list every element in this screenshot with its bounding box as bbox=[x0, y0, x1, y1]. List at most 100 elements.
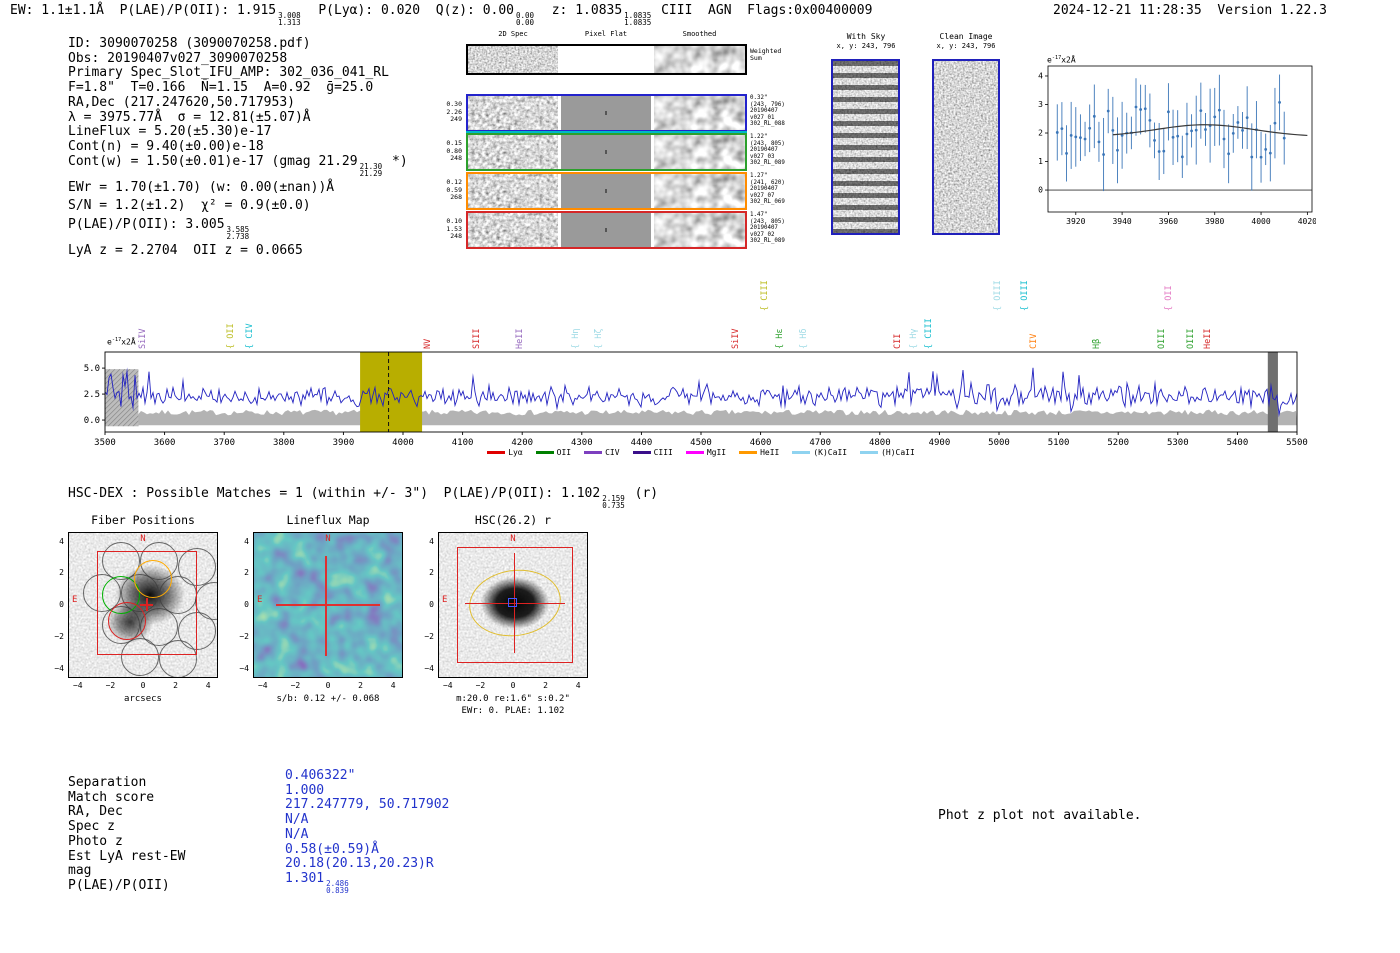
stacked-uncertainty: 2.486 0.839 bbox=[326, 880, 349, 895]
noise-texture bbox=[654, 213, 745, 247]
sky-stripes-overlay bbox=[833, 61, 898, 233]
cutout-xtick-label: 2 bbox=[173, 681, 178, 690]
text-run: 20.18(20.13,20.23)R bbox=[285, 856, 434, 872]
info-line: ID: 3090070258 (3090070258.pdf) bbox=[68, 36, 408, 52]
text-run: 0.406322" bbox=[285, 768, 356, 783]
annot-exponent: -17 bbox=[1051, 55, 1062, 61]
with-sky-title: With Sky bbox=[846, 32, 886, 41]
spec2d-row-meta: 1.47" (243, 805) 20190407 v027_02 302_RL_089 bbox=[750, 212, 785, 245]
spectrum-legend: Lyα OII CIV CIII MgII HeII (K)CaII (H)CaII bbox=[105, 448, 1297, 457]
text-run: ID: 3090070258 (3090070258.pdf) bbox=[68, 36, 311, 51]
flat-center-mark bbox=[605, 111, 607, 115]
stacked-uncertainty: 3.008 1.313 bbox=[278, 12, 301, 27]
stacked-uncertainty: 3.585 2.738 bbox=[226, 225, 250, 242]
meta-line: 20190407 bbox=[750, 225, 778, 232]
weighted-sum-line: Sum bbox=[750, 54, 762, 63]
text-run: P(Lyα): 0.020 Q(z): 0.00 bbox=[302, 3, 515, 18]
meta-line: 302_RL_089 bbox=[750, 160, 785, 167]
crosshair-v bbox=[325, 556, 327, 656]
match-label: RA, Dec bbox=[68, 804, 123, 820]
meta-line: 1.47" bbox=[750, 212, 768, 218]
spec2d-row-stats: 0.15 0.80 248 bbox=[434, 139, 462, 163]
info-line: LyA z = 2.2704 OII z = 0.0665 bbox=[68, 243, 408, 259]
cutout-ytick-label: 2 bbox=[429, 568, 434, 578]
match-label: P(LAE)/P(OII) bbox=[68, 877, 170, 893]
spectrum-line-label: { OIII bbox=[1019, 280, 1030, 311]
info-line: Obs: 20190407v027_3090070258 bbox=[68, 51, 408, 67]
spec2d-row-stats: 0.10 1.53 248 bbox=[434, 217, 462, 241]
spec2d-flat-segment bbox=[561, 135, 651, 169]
stacked-uncertainty: 0.00 0.00 bbox=[516, 12, 534, 27]
flat-center-mark bbox=[605, 228, 607, 232]
spec2d-smoothed-segment bbox=[654, 174, 745, 208]
text-run: RA,Dec (217.247620,50.717953) bbox=[68, 94, 295, 110]
cutout-ytick-label: 4 bbox=[244, 536, 249, 546]
lineflux-map-image: NE bbox=[253, 532, 403, 678]
text-run: Cont(n) = 9.40(±0.00)e-18 bbox=[68, 138, 264, 154]
legend-label: (H)CaII bbox=[881, 448, 915, 457]
cutout-xtick-label: −2 bbox=[290, 681, 301, 690]
match-label: Est LyA rest-EW bbox=[68, 848, 186, 864]
meta-line: v027_03 bbox=[750, 153, 775, 160]
match-value: 1.301 2.486 0.839 bbox=[285, 870, 351, 895]
clean-image-title: Clean Image bbox=[939, 32, 993, 41]
cutout-xtick-label: 0 bbox=[325, 681, 331, 690]
cutout-xtick-label: −2 bbox=[475, 681, 486, 690]
with-sky-coords: x, y: 243, 796 bbox=[836, 41, 896, 50]
legend-item: OII bbox=[535, 448, 572, 457]
match-value: 217.247779, 50.717902 bbox=[285, 797, 449, 812]
noise-texture bbox=[468, 174, 558, 208]
text-run: 0.58(±0.59)Å bbox=[285, 841, 379, 857]
spec2d-row bbox=[466, 211, 747, 249]
legend-label: Lyα bbox=[508, 448, 523, 457]
text-run: 217.247779, 50.717902 bbox=[285, 797, 450, 813]
cutout-ytick-label: −4 bbox=[424, 663, 434, 673]
meta-line: (243, 805) bbox=[750, 140, 785, 147]
legend-swatch bbox=[685, 451, 704, 454]
cutout-xtick-label: 4 bbox=[390, 681, 396, 690]
noise-rect bbox=[468, 96, 558, 130]
cutout-xtick-label: −4 bbox=[442, 681, 453, 690]
text-run: CIII AGN Flags:0x00400009 bbox=[653, 3, 873, 18]
crosshair-h bbox=[276, 604, 380, 606]
noise-texture bbox=[654, 135, 745, 169]
text-run: Primary Spec_Slot_IFU_AMP: 302_036_041_R… bbox=[68, 65, 389, 81]
spectrum-line-label: { OIII bbox=[993, 280, 1004, 311]
info-line: Cont(w) = 1.50(±0.01)e-17 (gmag 21.29 21.… bbox=[68, 153, 408, 177]
cutout-ytick-label: 2 bbox=[244, 568, 249, 578]
noise-texture bbox=[934, 61, 998, 233]
text-run: F=1.8" T=0.166 N̄=1.15 A=0.92 ḡ=25.0 bbox=[68, 80, 374, 96]
text-run: 1.301 bbox=[285, 870, 325, 886]
noise-rect bbox=[468, 213, 558, 247]
lower-value: 2.738 bbox=[226, 232, 250, 242]
noise-texture bbox=[654, 46, 745, 73]
row-separator-cyan bbox=[466, 130, 747, 133]
match-value: N/A bbox=[285, 812, 308, 827]
with-sky-panel: With Sky x, y: 243, 796 bbox=[816, 32, 916, 242]
spec2d-column-title: Smoothed bbox=[682, 30, 717, 38]
legend-item: MgII bbox=[685, 448, 726, 457]
clean-image bbox=[932, 59, 1000, 235]
cutout-title: Lineflux Map bbox=[286, 513, 370, 527]
cutout-xtick-label: 2 bbox=[543, 681, 548, 690]
legend-label: OII bbox=[556, 448, 572, 457]
match-value: 0.406322" bbox=[285, 768, 355, 783]
cutout-xtick-label: −2 bbox=[105, 681, 116, 690]
meta-line: 302_RL_069 bbox=[750, 199, 785, 206]
legend-swatch bbox=[535, 451, 554, 454]
header-timestamp: 2024-12-21 11:28:35 Version 1.22.3 bbox=[1053, 3, 1327, 18]
legend-item: (K)CaII bbox=[792, 448, 847, 457]
meta-line: (243, 796) bbox=[750, 101, 785, 108]
spec2d-row-meta: 1.27" (241, 620) 20190407 v027_07 302_RL_069 bbox=[750, 173, 785, 206]
cutout-title: HSC(26.2) r bbox=[474, 513, 552, 527]
flat-center-mark bbox=[605, 150, 607, 154]
hsc-r-image: NE bbox=[438, 532, 588, 678]
match-table-row: RA, Dec 217.247779, 50.717902 bbox=[68, 797, 498, 820]
legend-item: Lyα bbox=[487, 448, 523, 457]
spec2d-2d-segment bbox=[468, 96, 558, 130]
text-run: Cont(w) = 1.50(±0.01)e-17 (gmag 21.29 bbox=[68, 153, 358, 169]
spec2d-row-meta: 1.22" (243, 805) 20190407 v027_03 302_RL_089 bbox=[750, 134, 785, 167]
match-value: 0.58(±0.59)Å bbox=[285, 842, 379, 857]
annot-rest: x2Å bbox=[1061, 55, 1076, 65]
match-label: Spec z bbox=[68, 819, 115, 835]
